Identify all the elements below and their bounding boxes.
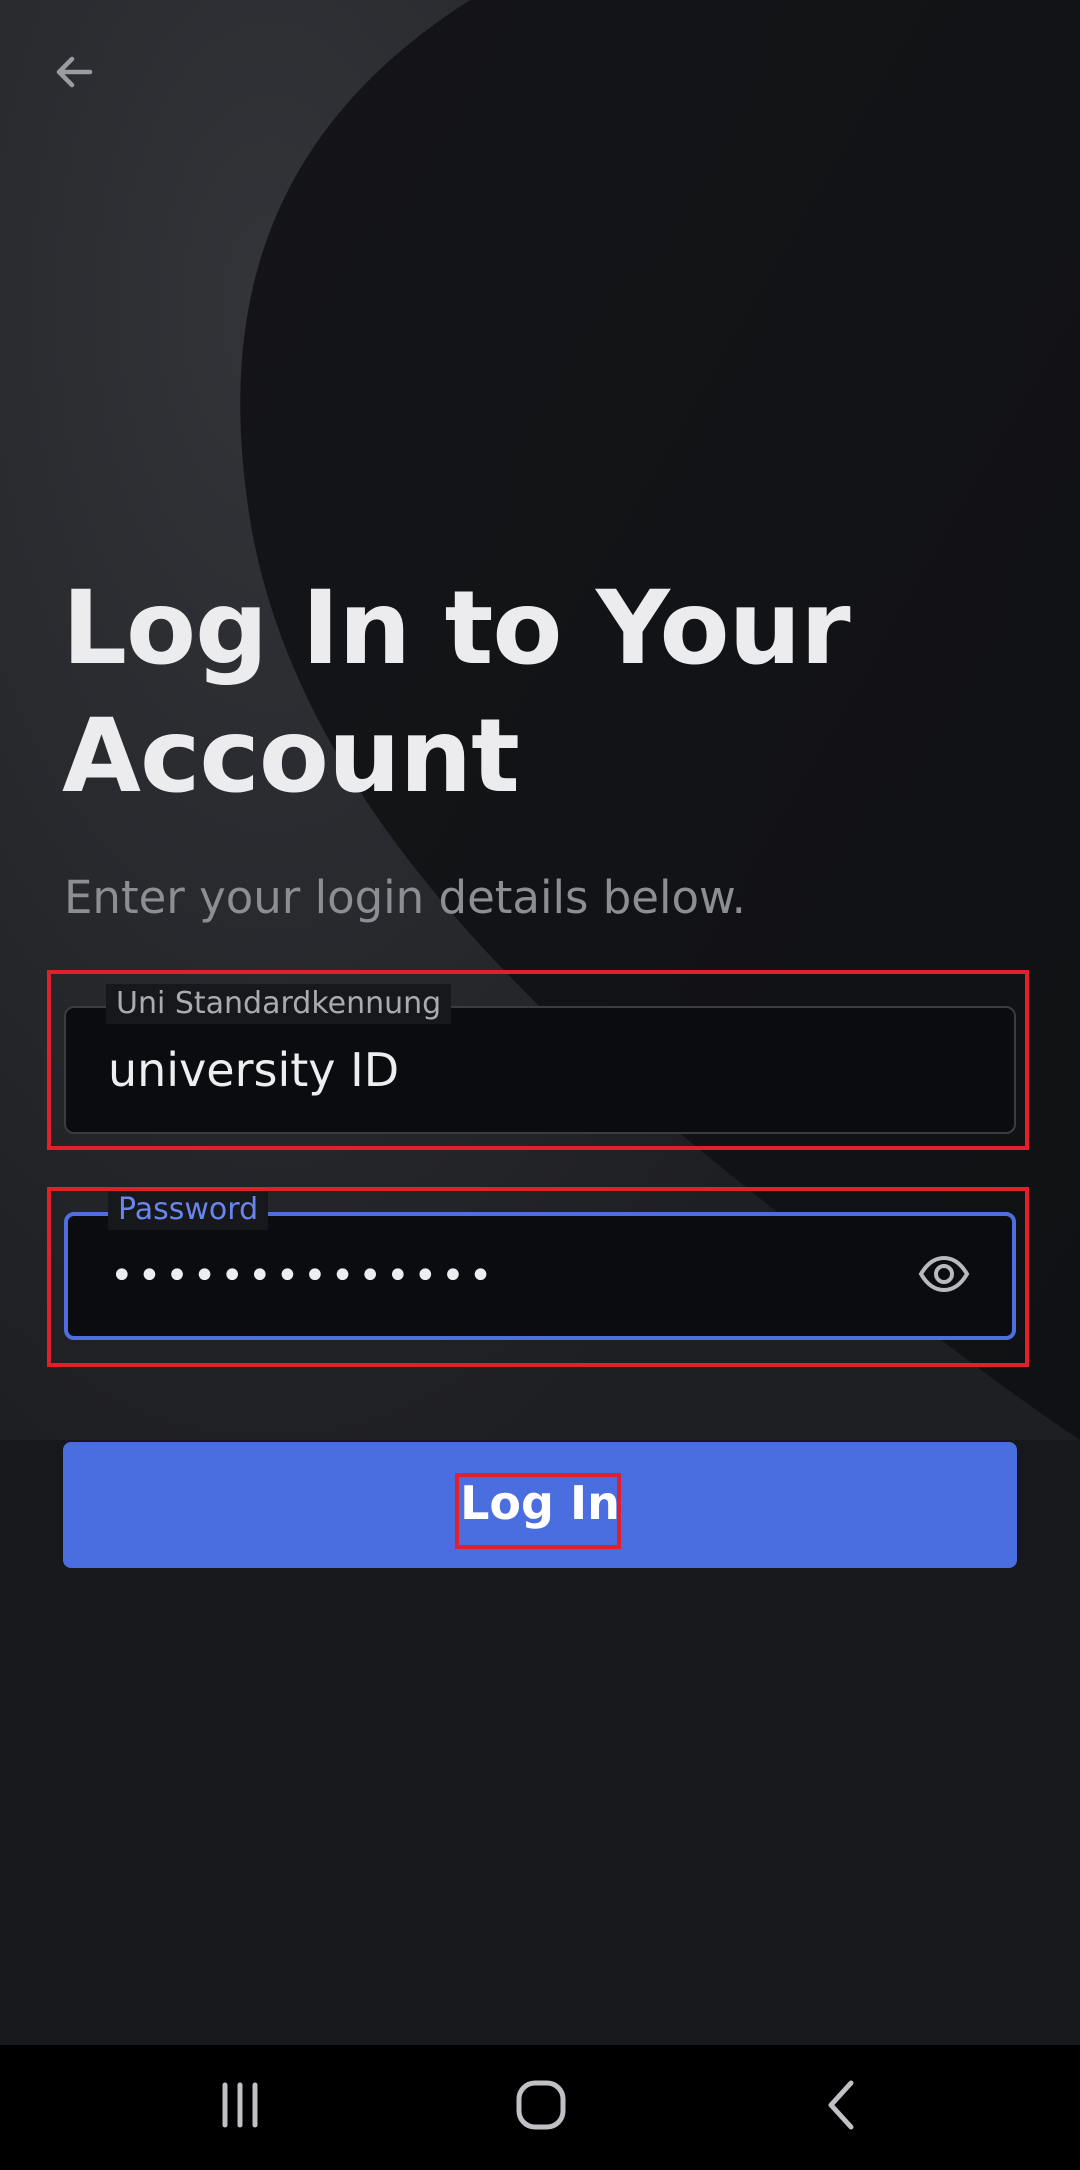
- toggle-password-visibility-button[interactable]: [916, 1248, 972, 1304]
- arrow-left-icon: [50, 48, 98, 101]
- eye-icon: [918, 1248, 970, 1305]
- username-input[interactable]: university ID: [108, 1008, 888, 1132]
- password-input[interactable]: ••••••••••••••: [110, 1216, 890, 1336]
- login-button[interactable]: Log In: [63, 1442, 1017, 1568]
- page-title-line-1: Log In to Your: [62, 569, 851, 688]
- password-field[interactable]: Password ••••••••••••••: [64, 1190, 1016, 1340]
- recents-icon: [210, 2075, 270, 2140]
- chevron-left-icon: [813, 2075, 873, 2140]
- login-screen: Log In to Your Account Enter your login …: [0, 0, 1080, 2170]
- nav-back-button[interactable]: [783, 2067, 903, 2147]
- login-button-label: Log In: [460, 1476, 620, 1530]
- page-subtitle: Enter your login details below.: [64, 871, 746, 924]
- back-button[interactable]: [44, 44, 104, 104]
- page-title: Log In to Your Account: [62, 565, 1022, 821]
- home-icon: [511, 2075, 571, 2140]
- nav-home-button[interactable]: [481, 2067, 601, 2147]
- page-title-line-2: Account: [62, 697, 520, 816]
- nav-recents-button[interactable]: [180, 2067, 300, 2147]
- username-field[interactable]: Uni Standardkennung university ID: [64, 984, 1016, 1134]
- system-navigation-bar: [0, 2045, 1080, 2170]
